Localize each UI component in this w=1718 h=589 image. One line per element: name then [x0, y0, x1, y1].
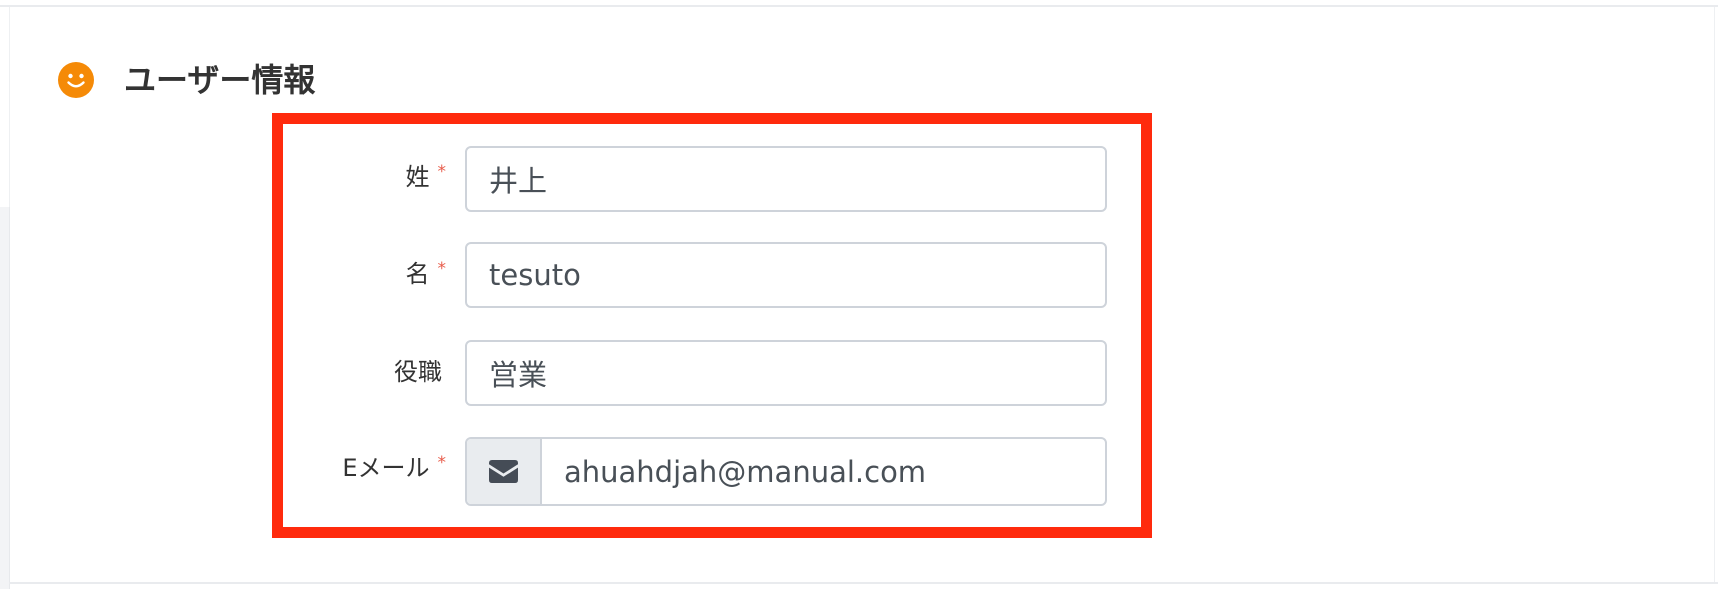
email-addon — [467, 439, 542, 504]
last-name-label-wrap: 姓 * — [26, 157, 447, 197]
email-input[interactable] — [542, 439, 1105, 504]
last-name-label: 姓 * — [406, 157, 447, 192]
first-name-label-wrap: 名 * — [26, 254, 447, 294]
required-mark: * — [437, 259, 447, 279]
last-name-input[interactable] — [465, 146, 1107, 212]
email-input-group — [465, 437, 1107, 506]
email-label-text: Eメール — [342, 454, 430, 482]
bottom-divider — [9, 582, 1718, 584]
section-title: ユーザー情報 — [124, 61, 316, 99]
first-name-input[interactable] — [465, 242, 1107, 308]
envelope-icon — [489, 460, 518, 483]
right-panel-border — [1714, 7, 1715, 582]
email-label-wrap: Eメール * — [26, 448, 446, 488]
top-divider — [0, 5, 1718, 7]
position-label: 役職 — [394, 358, 442, 386]
last-name-label-text: 姓 — [405, 163, 430, 191]
first-name-label: 名 * — [406, 254, 447, 289]
first-name-label-text: 名 — [405, 260, 430, 288]
required-mark: * — [437, 162, 447, 182]
left-panel-edge — [0, 207, 10, 589]
required-mark: * — [437, 453, 447, 473]
left-panel-border — [9, 7, 10, 207]
position-input[interactable] — [465, 340, 1107, 406]
email-label: Eメール * — [342, 448, 446, 483]
position-label-wrap: 役職 — [22, 352, 442, 392]
smiley-icon — [58, 62, 94, 98]
